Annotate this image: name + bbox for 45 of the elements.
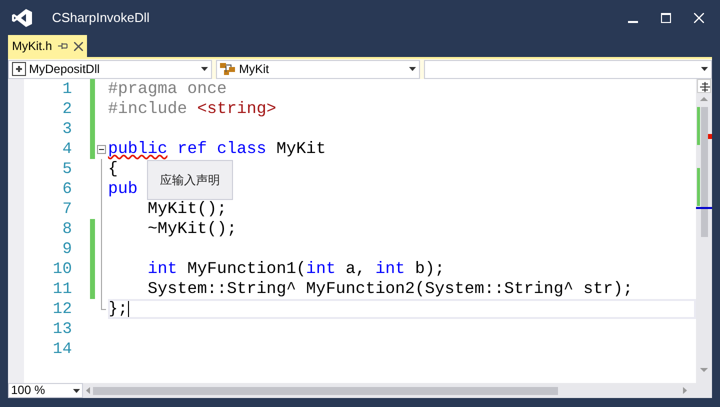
dropdown-arrow-icon bbox=[201, 67, 208, 71]
code-line: }; bbox=[108, 299, 128, 318]
line-number: 12 bbox=[52, 299, 72, 319]
code-line: MyKit(); bbox=[146, 199, 227, 218]
line-number: 4 bbox=[61, 139, 72, 159]
line-number: 11 bbox=[52, 279, 72, 299]
code-line: ~MyKit(); bbox=[146, 219, 237, 238]
line-number: 14 bbox=[52, 339, 72, 359]
maximize-icon bbox=[661, 12, 671, 22]
code-line: public ref class MyKit bbox=[108, 139, 326, 158]
tooltip: 应输入声明 bbox=[147, 160, 233, 200]
dropdown-arrow-icon bbox=[409, 67, 416, 71]
pin-icon[interactable] bbox=[58, 41, 68, 51]
code-line: { bbox=[108, 159, 118, 178]
window-title: CSharpInvokeDll bbox=[52, 8, 150, 27]
code-line: #pragma once bbox=[108, 79, 227, 98]
code-line: int MyFunction1(int a, int b); bbox=[146, 259, 445, 278]
project-dropdown[interactable]: MyDepositDll bbox=[8, 60, 212, 78]
scope-dropdown[interactable]: MyKit bbox=[216, 60, 420, 78]
project-icon bbox=[12, 62, 26, 76]
line-number: 8 bbox=[61, 219, 72, 239]
code-line: #include <string> bbox=[108, 99, 276, 118]
line-number: 10 bbox=[52, 259, 72, 279]
line-number: 1 bbox=[61, 79, 72, 99]
dropdown-arrow-icon bbox=[73, 388, 80, 392]
collapse-icon[interactable] bbox=[97, 145, 106, 154]
line-number: 7 bbox=[61, 199, 72, 219]
line-number: 2 bbox=[61, 99, 72, 119]
code-line: System::String^ MyFunction2(System::String^ str); bbox=[146, 279, 633, 298]
line-number: 13 bbox=[52, 319, 72, 339]
line-number: 5 bbox=[61, 159, 72, 179]
dropdown-arrow-icon bbox=[701, 67, 708, 71]
line-number: 6 bbox=[61, 179, 72, 199]
close-icon[interactable] bbox=[74, 42, 84, 50]
text-cursor bbox=[128, 300, 129, 318]
app-logo-icon bbox=[12, 8, 32, 26]
document-tab[interactable]: MyKit.h bbox=[8, 35, 88, 57]
line-number: 9 bbox=[61, 239, 72, 259]
minimize-icon bbox=[628, 20, 638, 22]
split-icon[interactable] bbox=[697, 79, 711, 93]
code-line: pub bbox=[108, 179, 138, 198]
line-number: 3 bbox=[61, 119, 72, 139]
class-icon bbox=[220, 62, 236, 76]
zoom-dropdown[interactable]: 100 % bbox=[8, 383, 83, 398]
close-icon bbox=[694, 12, 704, 22]
